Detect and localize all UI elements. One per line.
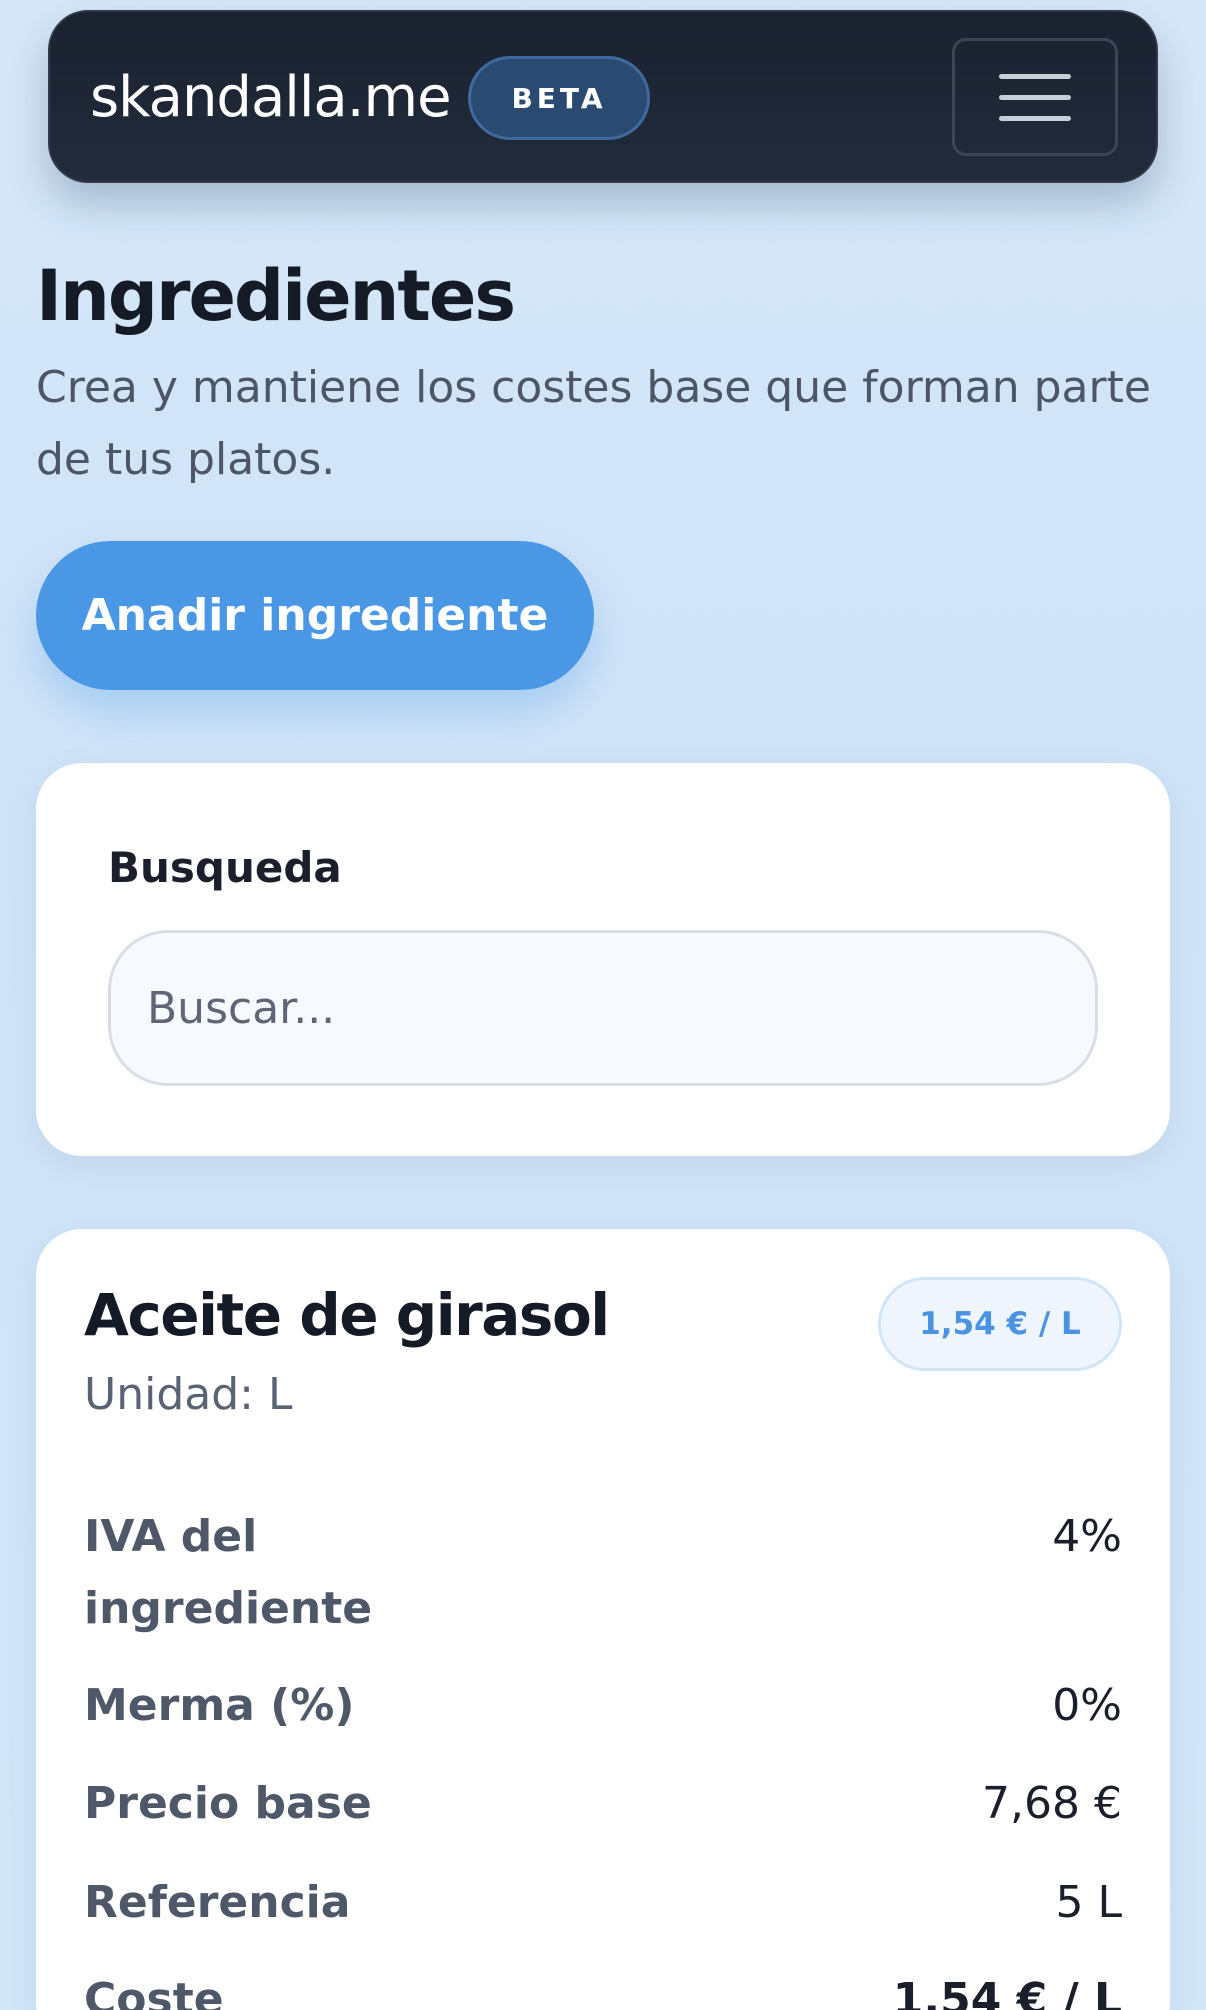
detail-label: IVA del ingrediente: [84, 1511, 373, 1634]
beta-badge: BETA: [468, 56, 650, 140]
detail-value: 7,68 €: [982, 1778, 1122, 1829]
detail-value: 4%: [1052, 1511, 1122, 1562]
detail-value: 1,54 € / L: [892, 1974, 1122, 2010]
page-subtitle: Crea y mantiene los costes base que form…: [36, 362, 1151, 485]
add-ingredient-button[interactable]: Anadir ingrediente: [36, 541, 594, 690]
search-input[interactable]: [108, 930, 1098, 1086]
detail-label: Precio base: [84, 1778, 372, 1829]
detail-label: Referencia: [84, 1877, 351, 1928]
brand-logo[interactable]: skandalla.me: [90, 70, 452, 126]
detail-row-coste: Coste 1,54 € / L: [84, 1964, 1122, 2010]
detail-value: 0%: [1052, 1680, 1122, 1731]
menu-toggle-button[interactable]: [952, 38, 1118, 156]
top-navbar: skandalla.me BETA: [48, 10, 1158, 183]
ingredient-unit: Unidad: L: [84, 1369, 293, 1420]
hamburger-menu-icon: [999, 73, 1071, 79]
price-per-unit-badge: 1,54 € / L: [878, 1277, 1122, 1371]
search-label: Busqueda: [108, 843, 342, 892]
detail-row-referencia: Referencia 5 L: [84, 1867, 1122, 1939]
hamburger-menu-icon: [999, 94, 1071, 100]
ingredient-name: Aceite de girasol: [84, 1281, 610, 1349]
detail-row-merma: Merma (%) 0%: [84, 1670, 1122, 1742]
detail-label: Merma (%): [84, 1680, 355, 1731]
detail-row-iva: IVA del ingrediente 4%: [84, 1501, 1122, 1645]
page-title: Ingredientes: [36, 255, 516, 337]
hamburger-menu-icon: [999, 115, 1071, 121]
detail-label: Coste: [84, 1974, 224, 2010]
search-card: Busqueda: [36, 763, 1170, 1156]
detail-value: 5 L: [1055, 1877, 1123, 1928]
detail-row-precio-base: Precio base 7,68 €: [84, 1768, 1122, 1840]
ingredient-card[interactable]: Aceite de girasol Unidad: L 1,54 € / L I…: [36, 1229, 1170, 2010]
